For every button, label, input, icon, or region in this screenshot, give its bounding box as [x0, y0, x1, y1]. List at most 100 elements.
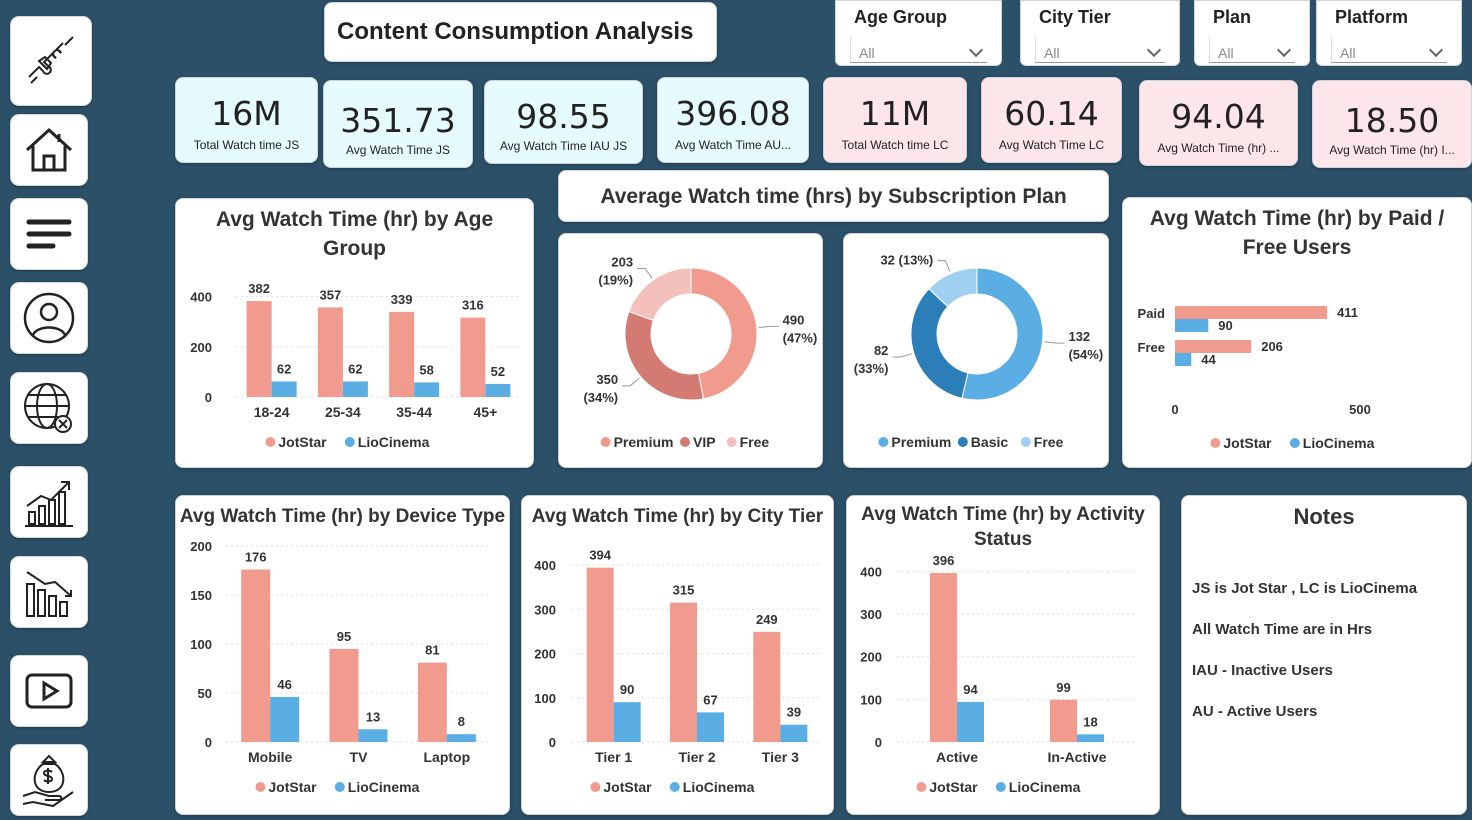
legend-marker [590, 782, 601, 792]
y-tick-label: 400 [534, 558, 556, 573]
data-label: 99 [1056, 680, 1070, 695]
slicer-platform-label: Platform [1335, 7, 1409, 27]
kpi-card: 16M Total Watch time JS [175, 77, 318, 163]
slicer-plan-dropdown[interactable]: All [1209, 37, 1295, 63]
data-label: 176 [245, 550, 267, 565]
kpi-caption: Avg Watch Time AU... [674, 138, 792, 152]
x-tick-label: 18-24 [254, 404, 290, 420]
legend-marker [255, 782, 266, 792]
legend-marker [1289, 438, 1300, 448]
nav-button-home-logo[interactable] [10, 16, 92, 106]
bar-liocinema [780, 724, 808, 742]
slicer-age-group[interactable]: Age Group All [835, 0, 1002, 66]
y-tick-label: 400 [190, 290, 212, 305]
slicer-city-tier-value: All [1044, 45, 1060, 61]
bar-liocinema [342, 381, 368, 397]
leader-line [1044, 341, 1065, 344]
bar-liocinema [1175, 319, 1209, 332]
y-tick-label: 150 [190, 588, 212, 603]
kpi-value: 18.50 [1344, 101, 1440, 140]
legend-label: LioCinema [1303, 435, 1375, 451]
kpi-card: 60.14 Avg Watch Time LC [981, 77, 1122, 163]
chart-svg: 0 50 100 150 200 176 46 Mobile 95 13 TV 81 8 Laptop Jo… [190, 539, 491, 795]
data-label: 39 [787, 705, 801, 720]
slicer-age-group-value: All [859, 45, 875, 61]
data-label: 81 [425, 643, 439, 658]
kpi-value: 98.55 [516, 97, 611, 136]
growth-chart-icon [25, 481, 73, 527]
legend-label: LioCinema [358, 434, 430, 450]
nav-button-video[interactable] [10, 655, 88, 727]
data-label: 44 [1201, 352, 1216, 367]
bar-liocinema [1175, 353, 1192, 366]
chevron-down-icon [1146, 42, 1162, 58]
legend-marker [669, 782, 680, 792]
slicer-platform-dropdown[interactable]: All [1331, 37, 1447, 63]
data-label: 357 [320, 287, 342, 302]
nav-button-menu[interactable] [10, 198, 88, 270]
money-bag-icon [22, 754, 74, 808]
user-profile-icon [23, 292, 75, 344]
slicer-plan[interactable]: Plan All [1194, 0, 1310, 66]
kpi-value: 351.73 [340, 101, 456, 140]
chevron-down-icon [1276, 42, 1292, 58]
slice-basic [910, 288, 969, 399]
kpi-caption: Total Watch time JS [193, 138, 300, 152]
data-label: 316 [462, 298, 484, 313]
bar-jotstar [1175, 306, 1328, 319]
y-tick-label: 300 [534, 602, 556, 617]
data-label: 95 [337, 629, 351, 644]
legend-marker [334, 782, 345, 792]
slicer-age-group-dropdown[interactable]: All [850, 37, 987, 63]
data-label: 90 [620, 682, 634, 697]
nav-button-home[interactable] [10, 114, 88, 186]
data-label: 52 [491, 364, 505, 379]
kpi-card: 11M Total Watch time LC [823, 77, 967, 163]
kpi-caption: Avg Watch Time (hr) I... [1329, 143, 1455, 157]
kpi-card: 351.73 Avg Watch Time JS [323, 80, 473, 168]
y-tick-label: 400 [860, 564, 882, 579]
bar-jotstar [389, 311, 415, 397]
nav-button-decline[interactable] [10, 556, 88, 628]
slice-label: 32 (13%) [880, 253, 933, 268]
slicer-city-tier-dropdown[interactable]: All [1035, 37, 1165, 63]
legend-label: LioCinema [683, 779, 755, 795]
bar-liocinema [485, 383, 511, 397]
x-tick-label: Tier 2 [678, 749, 715, 765]
x-tick-label: Laptop [424, 749, 471, 765]
kpi-caption: Avg Watch Time (hr) ... [1157, 141, 1280, 155]
data-label: 62 [348, 361, 362, 376]
chart-paid-free: Avg Watch Time (hr) by Paid / Free Users… [1122, 197, 1472, 468]
slice-label: 203 (19%) [598, 254, 633, 287]
slicer-city-tier[interactable]: City Tier All [1020, 0, 1180, 66]
legend-label: JotStar [603, 779, 652, 795]
nav-button-profile[interactable] [10, 282, 88, 354]
notes-title: Notes [1293, 504, 1355, 529]
bar-jotstar [329, 648, 359, 742]
legend-label: JotStar [278, 434, 327, 450]
kpi-value: 94.04 [1171, 97, 1266, 136]
data-label: 206 [1261, 339, 1283, 354]
slice-label: 490 (47%) [783, 312, 818, 345]
data-label: 67 [703, 692, 717, 707]
x-tick-label: In-Active [1047, 749, 1106, 765]
y-tick-label: 0 [549, 735, 556, 750]
nav-button-growth[interactable] [10, 466, 88, 538]
data-label: 339 [391, 292, 413, 307]
slicer-platform[interactable]: Platform All [1316, 0, 1462, 66]
page-title: Content Consumption Analysis [324, 2, 717, 62]
y-tick-label: Paid [1138, 306, 1166, 321]
bar-jotstar [317, 307, 343, 397]
legend-label: Free [740, 434, 770, 450]
data-label: 90 [1218, 318, 1232, 333]
chart-svg: 0 100 200 300 400 396 94 Active 99 18 In-Active Jot… [860, 553, 1137, 795]
legend-marker [265, 437, 276, 447]
nav-button-globe[interactable] [10, 372, 88, 444]
note-line: AU - Active Users [1192, 703, 1318, 720]
y-tick-label: 200 [190, 340, 212, 355]
nav-button-money[interactable] [10, 744, 88, 816]
legend-label: Basic [971, 434, 1009, 450]
bar-liocinema [1077, 734, 1104, 742]
y-tick-label: 200 [190, 539, 212, 554]
x-tick-label: Tier 1 [595, 749, 632, 765]
